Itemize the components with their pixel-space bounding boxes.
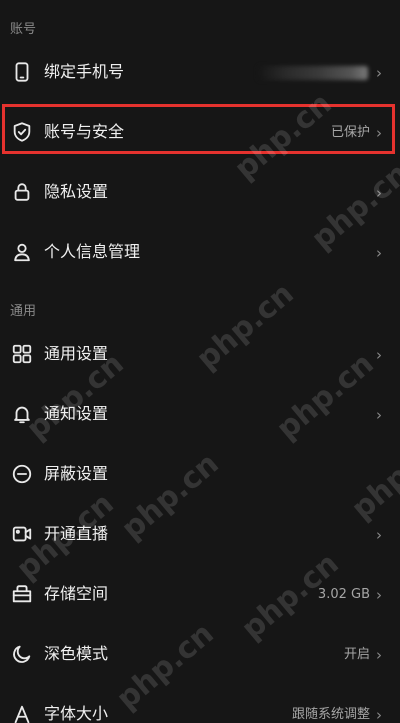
settings-item-privacy[interactable]: 隐私设置 › — [0, 166, 400, 222]
settings-item-label: 通知设置 — [44, 404, 109, 423]
dark-mode-value: 开启 — [343, 647, 370, 662]
shield-check-icon — [10, 120, 34, 144]
settings-item-account-security[interactable]: 账号与安全 已保护 › — [0, 106, 400, 162]
chevron-right-icon: › — [376, 64, 382, 82]
settings-item-label: 个人信息管理 — [44, 242, 141, 261]
storage-size-value: 3.02 GB — [317, 587, 370, 602]
chevron-right-icon: › — [376, 586, 382, 604]
settings-item-label: 账号与安全 — [44, 122, 125, 141]
masked-phone-number — [258, 66, 368, 80]
storage-icon — [10, 582, 34, 606]
settings-item-dark-mode[interactable]: 深色模式 开启 › — [0, 628, 400, 684]
chevron-right-icon: › — [376, 124, 382, 142]
settings-item-label: 字体大小 — [44, 704, 109, 723]
font-size-icon — [10, 702, 34, 723]
settings-item-label: 屏蔽设置 — [44, 464, 109, 483]
settings-item-general[interactable]: 通用设置 › — [0, 328, 400, 384]
settings-item-bind-phone[interactable]: 绑定手机号 › — [0, 46, 400, 102]
lock-icon — [10, 180, 34, 204]
settings-item-label: 深色模式 — [44, 644, 109, 663]
chevron-right-icon: › — [376, 346, 382, 364]
video-camera-icon — [10, 522, 34, 546]
person-icon — [10, 240, 34, 264]
block-icon — [10, 462, 34, 486]
chevron-right-icon: › — [376, 244, 382, 262]
settings-item-personal-info[interactable]: 个人信息管理 › — [0, 226, 400, 282]
settings-item-label: 绑定手机号 — [44, 62, 125, 81]
settings-item-label: 通用设置 — [44, 344, 109, 363]
settings-page: 账号 绑定手机号 › 账号与安全 已保护 › 隐私设置 › 个人信息管理 › 通… — [0, 0, 400, 723]
chevron-right-icon: › — [376, 646, 382, 664]
chevron-right-icon: › — [376, 526, 382, 544]
settings-item-label: 开通直播 — [44, 524, 109, 543]
settings-item-storage[interactable]: 存储空间 3.02 GB › — [0, 568, 400, 624]
settings-item-label: 隐私设置 — [44, 182, 109, 201]
settings-item-label: 存储空间 — [44, 584, 109, 603]
font-size-value: 跟随系统调整 — [291, 707, 370, 722]
chevron-right-icon: › — [376, 406, 382, 424]
section-title-account: 账号 — [10, 22, 37, 37]
settings-item-block[interactable]: 屏蔽设置 — [0, 448, 400, 504]
bell-icon — [10, 402, 34, 426]
security-status-value: 已保护 — [330, 125, 370, 140]
chevron-right-icon: › — [376, 184, 382, 202]
grid-icon — [10, 342, 34, 366]
settings-item-live-streaming[interactable]: 开通直播 › — [0, 508, 400, 564]
settings-item-notifications[interactable]: 通知设置 › — [0, 388, 400, 444]
settings-item-font-size[interactable]: 字体大小 跟随系统调整 › — [0, 688, 400, 723]
section-title-general: 通用 — [10, 304, 37, 319]
chevron-right-icon: › — [376, 706, 382, 723]
moon-icon — [10, 642, 34, 666]
phone-icon — [10, 60, 34, 84]
